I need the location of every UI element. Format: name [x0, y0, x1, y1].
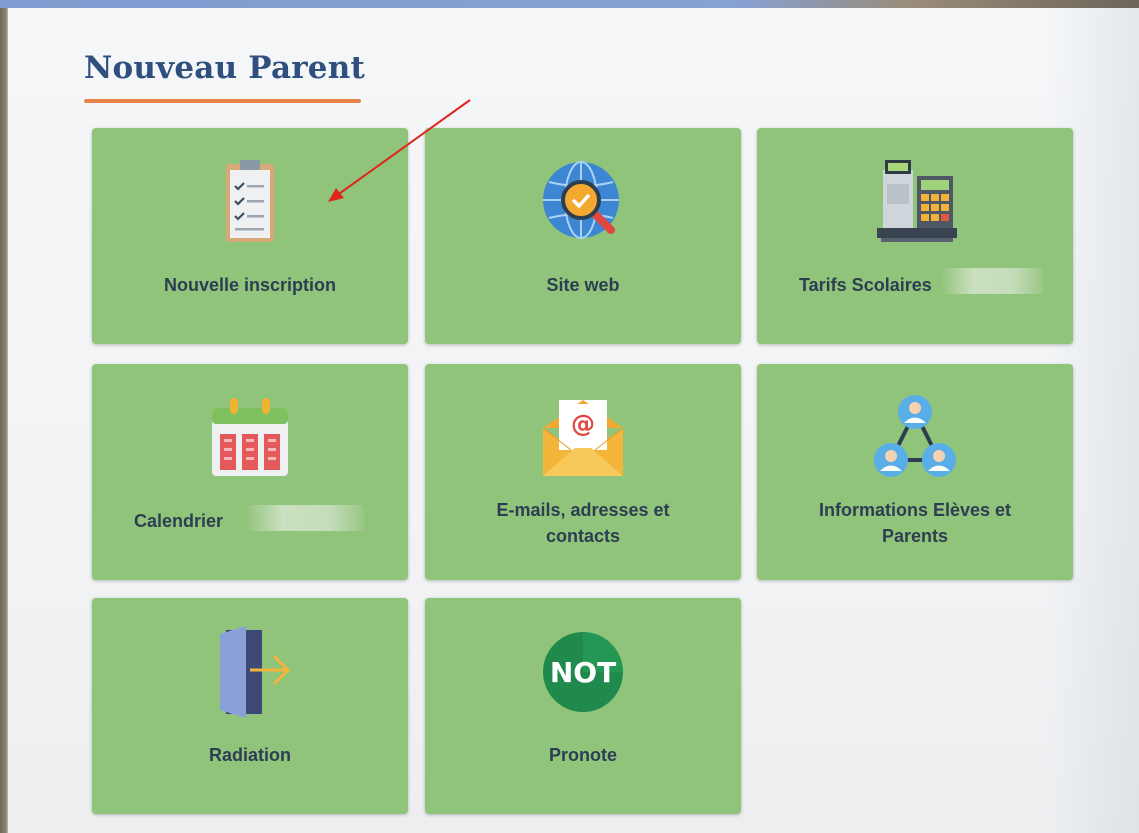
globe-magnifier-icon [535, 154, 631, 250]
tile-label: Informations Elèves et Parents [818, 500, 1012, 546]
calendar-icon [202, 390, 298, 486]
tile-radiation[interactable]: Radiation [92, 598, 408, 814]
email-envelope-icon: @ [535, 390, 631, 486]
redacted-text-blur [248, 505, 364, 531]
tile-pronote[interactable]: NOT Pronote [425, 598, 741, 814]
tile-informations-eleves-parents[interactable]: Informations Elèves et Parents [757, 364, 1073, 580]
tile-label: Site web [546, 275, 620, 295]
page-title: Nouveau Parent [84, 50, 365, 86]
tile-emails-adresses-contacts[interactable]: @ E-mails, adresses et contacts [425, 364, 741, 580]
tile-tarifs-scolaires[interactable]: Tarifs Scolaires [757, 128, 1073, 344]
svg-text:@: @ [571, 410, 595, 438]
tile-label: Radiation [208, 745, 291, 765]
redacted-text-blur [943, 268, 1043, 294]
window-top-strip [0, 0, 1139, 8]
cash-register-icon [867, 154, 963, 250]
people-network-icon [867, 390, 963, 486]
tile-label: Pronote [548, 745, 617, 765]
tile-label: E-mails, adresses et contacts [496, 500, 670, 546]
pronote-not-logo-icon: NOT [535, 624, 631, 720]
tile-site-web[interactable]: Site web [425, 128, 741, 344]
exit-door-icon [202, 624, 298, 720]
svg-text:NOT: NOT [550, 656, 616, 689]
tile-nouvelle-inscription[interactable]: Nouvelle inscription [92, 128, 408, 344]
tile-label: Nouvelle inscription [163, 275, 337, 295]
title-underline [84, 99, 361, 103]
clipboard-checklist-icon [202, 154, 298, 250]
tile-calendrier[interactable]: Calendrier [92, 364, 408, 580]
